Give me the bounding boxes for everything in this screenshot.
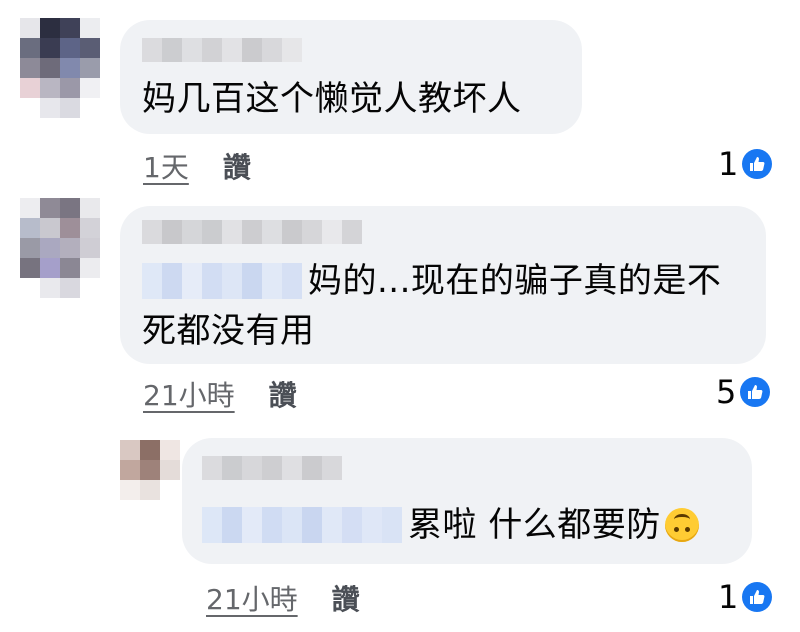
mention-tag[interactable] (202, 507, 402, 543)
thumbs-up-icon (742, 582, 773, 612)
comment-text-line: 累啦 什么都要防 (408, 505, 661, 545)
like-button[interactable]: 讚 (332, 578, 360, 618)
author-name[interactable] (202, 456, 342, 480)
timestamp-link[interactable]: 21小時 (206, 578, 298, 618)
comment-actions: 21小時 讚 (206, 578, 360, 618)
reaction-count: 1 (718, 578, 739, 616)
avatar[interactable] (120, 440, 180, 500)
reply-comment: 累啦 什么都要防 21小時 讚 1 (0, 0, 800, 632)
reaction-summary[interactable]: 1 (718, 578, 773, 616)
comment-text: 累啦 什么都要防 (202, 500, 699, 550)
upside-down-face-icon (664, 508, 699, 542)
